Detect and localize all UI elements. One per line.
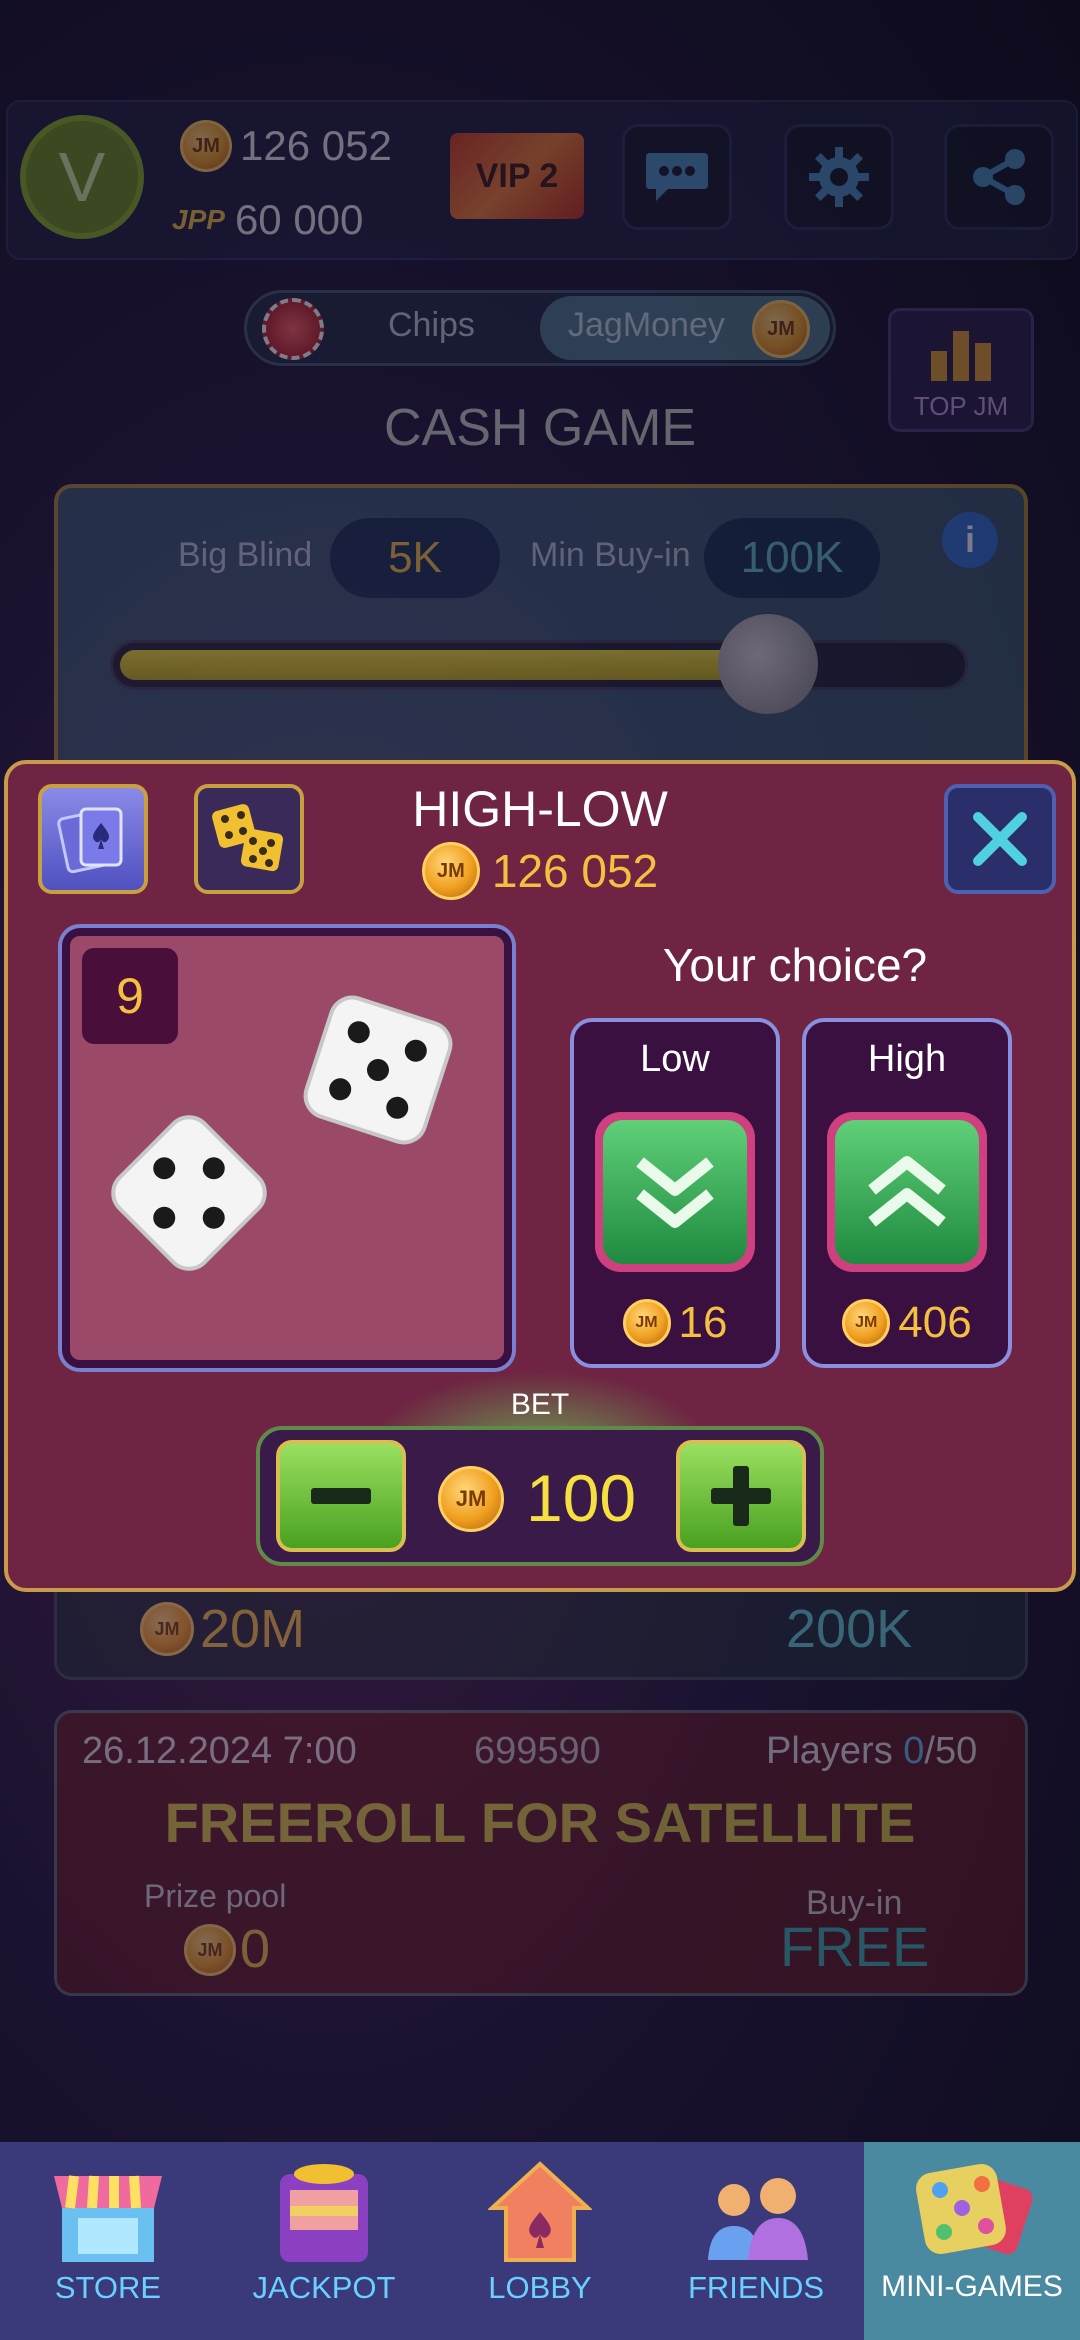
- low-payout-row: JM 16: [570, 1298, 780, 1348]
- players-label: Players: [766, 1730, 893, 1772]
- modal-title: HIGH-LOW: [412, 781, 668, 837]
- low-label: Low: [640, 1038, 710, 1080]
- dice-sum-badge: 9: [82, 948, 178, 1044]
- min-buyin-label: Min Buy-in: [530, 536, 691, 574]
- players-count: Players 0/50: [766, 1730, 977, 1773]
- big-blind-value: 5K: [330, 518, 500, 598]
- nav-jackpot[interactable]: JACKPOT: [216, 2142, 432, 2340]
- friends-icon: [708, 2178, 808, 2260]
- die-five: [303, 995, 453, 1145]
- nav-lobby[interactable]: LOBBY: [432, 2142, 648, 2340]
- prize-pool-label: Prize pool: [144, 1878, 287, 1914]
- die-four: [111, 1115, 267, 1271]
- share-icon: [973, 149, 1025, 205]
- chevrons-down-icon: [636, 1157, 714, 1228]
- jm-coin-icon: JM: [180, 120, 232, 172]
- bar-chart-icon: [931, 331, 991, 381]
- nav-store[interactable]: STORE: [0, 2142, 216, 2340]
- prize-coin-icon: JM: [140, 1602, 194, 1656]
- high-payout: 406: [898, 1298, 972, 1347]
- players-current: 0: [903, 1730, 925, 1772]
- modal-balance: 126 052: [491, 845, 659, 897]
- minus-icon: [311, 1488, 371, 1504]
- chips-option[interactable]: Chips: [388, 306, 475, 345]
- mini-games-dice-icon: [916, 2164, 1033, 2255]
- chevrons-up-icon: [868, 1156, 946, 1227]
- modal-balance-row: JM 126 052: [0, 842, 1080, 900]
- share-button[interactable]: [944, 124, 1054, 230]
- gear-icon: [809, 147, 869, 207]
- close-button[interactable]: [944, 784, 1056, 894]
- low-payout: 16: [678, 1298, 728, 1347]
- big-blind-label: Big Blind: [178, 536, 313, 574]
- low-button[interactable]: [595, 1112, 755, 1272]
- bet-label: BET: [510, 1388, 570, 1421]
- buyin-value: FREE: [780, 1915, 930, 1978]
- cash-game-title: CASH GAME: [383, 399, 697, 457]
- jpp-balance-row: JPP 60 000: [172, 192, 363, 248]
- jm-balance: 126 052: [240, 122, 392, 169]
- nav-mini-games-label: MINI-GAMES: [881, 2270, 1063, 2303]
- low-coin-icon: JM: [622, 1299, 671, 1347]
- slot-machine-icon: [280, 2164, 368, 2262]
- nav-friends[interactable]: FRIENDS: [648, 2142, 864, 2340]
- slider-fill: [120, 650, 770, 680]
- prize-right: 200K: [786, 1599, 913, 1659]
- high-payout-row: JM 406: [802, 1298, 1012, 1348]
- tournament-id: 699590: [474, 1730, 601, 1772]
- prize-pool-coin-icon: JM: [184, 1924, 236, 1976]
- jagmoney-coin-icon: JM: [752, 300, 810, 358]
- jpp-star-icon: JPP: [172, 204, 225, 235]
- bet-value: 100: [526, 1461, 637, 1535]
- slider-knob[interactable]: [718, 614, 818, 714]
- nav-store-label: STORE: [54, 2270, 162, 2305]
- tournament-date: 26.12.2024 7:00: [82, 1730, 357, 1772]
- prize-left: 20M: [200, 1599, 306, 1659]
- settings-button[interactable]: [784, 124, 894, 230]
- close-icon: [973, 812, 1027, 866]
- high-coin-icon: JM: [842, 1299, 891, 1347]
- nav-lobby-label: LOBBY: [488, 2270, 592, 2305]
- high-label: High: [867, 1038, 947, 1080]
- chat-icon: [646, 153, 708, 201]
- nav-mini-games[interactable]: MINI-GAMES: [864, 2142, 1080, 2340]
- players-max: /50: [924, 1730, 978, 1772]
- high-button[interactable]: [827, 1112, 987, 1272]
- home-icon: [488, 2161, 592, 2262]
- decrease-bet-button[interactable]: [276, 1440, 406, 1552]
- nav-friends-label: FRIENDS: [687, 2270, 825, 2305]
- plus-icon: [711, 1466, 771, 1526]
- chip-icon: [262, 298, 324, 360]
- avatar[interactable]: V: [20, 115, 144, 239]
- tournament-title: FREEROLL FOR SATELLITE: [164, 1791, 916, 1854]
- min-buyin-value: 100K: [704, 518, 880, 598]
- nav-jackpot-label: JACKPOT: [252, 2270, 396, 2305]
- info-icon[interactable]: i: [942, 512, 998, 568]
- prize-pool-value: 0: [240, 1919, 271, 1979]
- store-icon: [54, 2175, 162, 2262]
- vip-badge[interactable]: VIP 2: [450, 133, 584, 219]
- jagmoney-option[interactable]: JagMoney: [568, 306, 725, 345]
- chat-button[interactable]: [622, 124, 732, 230]
- bet-coin-icon: JM: [438, 1466, 504, 1532]
- jpp-balance: 60 000: [234, 196, 364, 243]
- choice-question: Your choice?: [662, 939, 928, 991]
- increase-bet-button[interactable]: [676, 1440, 806, 1552]
- jm-balance-row: JM 126 052: [180, 118, 392, 174]
- modal-coin-icon: JM: [421, 842, 480, 900]
